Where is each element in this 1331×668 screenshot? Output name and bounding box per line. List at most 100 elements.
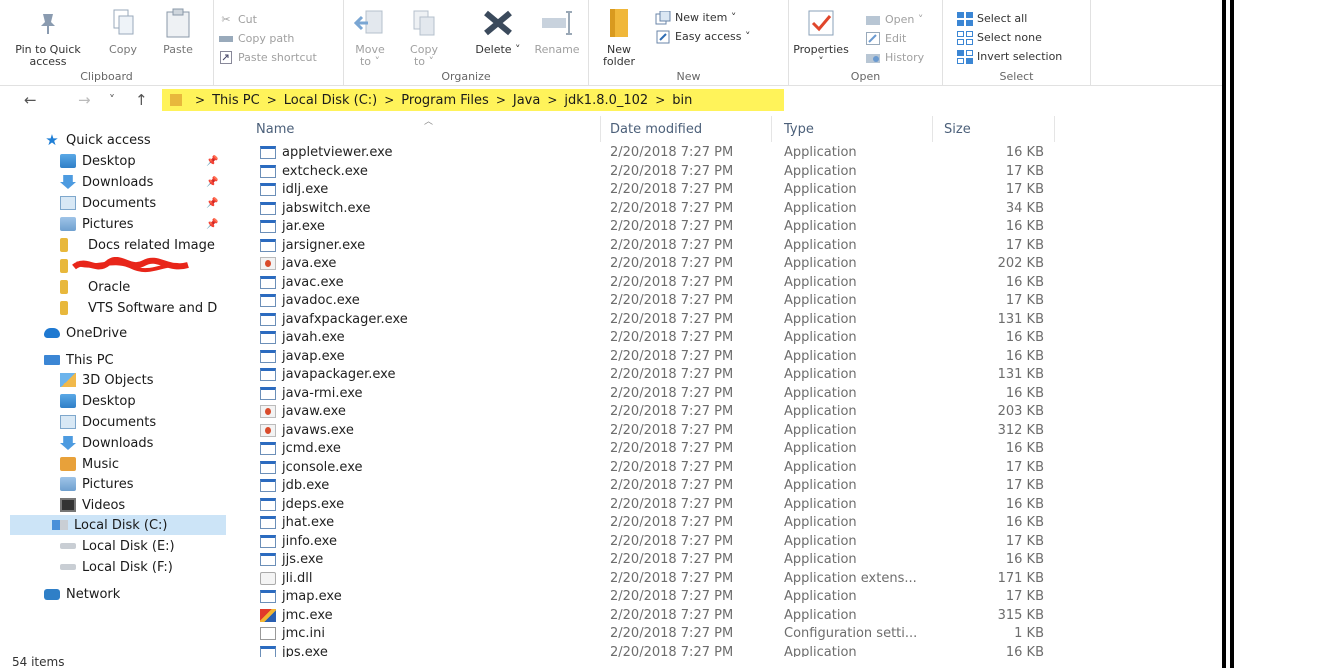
- new-group-label: New: [676, 70, 701, 83]
- pin-icon[interactable]: 📌: [206, 156, 218, 167]
- forward-arrow-icon[interactable]: →: [78, 91, 91, 109]
- sidebar-item-local-disk-c[interactable]: Local Disk (C:): [10, 515, 226, 535]
- sidebar-item-pc-documents[interactable]: Documents: [60, 412, 156, 432]
- column-header-size[interactable]: Size: [944, 118, 971, 140]
- breadcrumb-local-disk-c[interactable]: Local Disk (C:): [284, 93, 377, 108]
- table-row[interactable]: jdeps.exe 2/20/2018 7:27 PM Application 16 …: [248, 496, 1058, 515]
- sidebar-item-local-disk-f[interactable]: Local Disk (F:): [60, 557, 173, 577]
- delete-button[interactable]: Delete ˅: [468, 6, 528, 56]
- sidebar-item-oracle[interactable]: Oracle: [60, 277, 228, 297]
- column-divider[interactable]: [932, 116, 933, 142]
- table-row[interactable]: jjs.exe 2/20/2018 7:27 PM Application 16 KB: [248, 551, 1058, 570]
- up-arrow-icon[interactable]: ↑: [135, 91, 148, 109]
- music-folder-icon: [60, 457, 76, 471]
- paste-button[interactable]: Paste: [158, 6, 198, 56]
- table-row[interactable]: javah.exe 2/20/2018 7:27 PM Application 16 …: [248, 329, 1058, 348]
- column-divider[interactable]: [1054, 116, 1055, 142]
- pin-icon[interactable]: 📌: [206, 198, 218, 209]
- star-icon: ★: [45, 131, 59, 149]
- table-row[interactable]: javapackager.exe 2/20/2018 7:27 PM Applica…: [248, 366, 1058, 385]
- sidebar-item-videos[interactable]: Videos: [60, 495, 125, 515]
- sidebar-item-network[interactable]: Network: [44, 584, 120, 604]
- table-row[interactable]: jli.dll 2/20/2018 7:27 PM Application exte…: [248, 570, 1058, 589]
- table-row[interactable]: java-rmi.exe 2/20/2018 7:27 PM Application…: [248, 385, 1058, 404]
- properties-button[interactable]: Properties ˅: [789, 6, 853, 68]
- sidebar-item-music[interactable]: Music: [60, 454, 119, 474]
- sidebar-item-documents[interactable]: Documents 📌: [60, 193, 240, 213]
- pin-icon[interactable]: 📌: [206, 219, 218, 230]
- sidebar-item-3d-objects[interactable]: 3D Objects: [60, 370, 154, 390]
- breadcrumb-this-pc[interactable]: This PC: [212, 93, 260, 108]
- select-all-icon: [957, 11, 973, 26]
- sidebar-item-desktop[interactable]: Desktop 📌: [60, 151, 240, 171]
- easy-access-button[interactable]: Easy access ˅: [655, 28, 751, 45]
- pin-icon[interactable]: 📌: [206, 177, 218, 188]
- rename-button[interactable]: Rename: [532, 6, 582, 56]
- pin-to-quick-access-button[interactable]: Pin to Quick access: [2, 6, 94, 68]
- column-header-name[interactable]: Name: [256, 118, 294, 140]
- breadcrumb-bin[interactable]: bin: [672, 93, 692, 108]
- ribbon: Pin to Quick access Copy Paste Clipboard…: [0, 0, 1222, 86]
- table-row[interactable]: javap.exe 2/20/2018 7:27 PM Application 16 …: [248, 348, 1058, 367]
- table-row[interactable]: jhat.exe 2/20/2018 7:27 PM Application 16 K…: [248, 514, 1058, 533]
- new-folder-button[interactable]: New folder: [597, 6, 641, 68]
- navigation-bar: ← → ˅ ↑ > This PC > Local Disk (C:) > Pr…: [0, 88, 1222, 112]
- sidebar-item-label: VTS Software and D: [88, 300, 218, 316]
- breadcrumb-program-files[interactable]: Program Files: [401, 93, 489, 108]
- table-row[interactable]: idlj.exe 2/20/2018 7:27 PM Application 17 K…: [248, 181, 1058, 200]
- back-arrow-icon[interactable]: ←: [24, 91, 37, 109]
- sidebar-item-quick-access[interactable]: ★ Quick access: [44, 130, 150, 150]
- table-row[interactable]: jmap.exe 2/20/2018 7:27 PM Application 17 K…: [248, 588, 1058, 607]
- table-row[interactable]: jps.exe 2/20/2018 7:27 PM Application 16 KB: [248, 644, 1058, 657]
- edit-button[interactable]: Edit: [865, 30, 906, 47]
- table-row[interactable]: javaw.exe 2/20/2018 7:27 PM Application 203…: [248, 403, 1058, 422]
- sidebar-item-this-pc[interactable]: This PC: [44, 350, 114, 370]
- table-row[interactable]: javadoc.exe 2/20/2018 7:27 PM Application 1…: [248, 292, 1058, 311]
- organize-group-label: Organize: [441, 70, 491, 83]
- breadcrumb-java[interactable]: Java: [513, 93, 540, 108]
- new-item-button[interactable]: New item ˅: [655, 9, 736, 26]
- sidebar-item-vts-software[interactable]: VTS Software and D: [60, 298, 228, 318]
- table-row[interactable]: appletviewer.exe 2/20/2018 7:27 PM Applica…: [248, 144, 1058, 163]
- table-row[interactable]: extcheck.exe 2/20/2018 7:27 PM Application…: [248, 163, 1058, 182]
- address-bar[interactable]: > This PC > Local Disk (C:) > Program Fi…: [162, 89, 784, 111]
- sidebar-item-pictures[interactable]: Pictures 📌: [60, 214, 240, 234]
- column-header-date-modified[interactable]: Date modified: [610, 118, 702, 140]
- table-row[interactable]: jmc.ini 2/20/2018 7:27 PM Configuration se…: [248, 625, 1058, 644]
- sidebar-item-onedrive[interactable]: OneDrive: [44, 323, 127, 343]
- sidebar-item-pc-pictures[interactable]: Pictures: [60, 474, 133, 494]
- table-row[interactable]: javafxpackager.exe 2/20/2018 7:27 PM Appli…: [248, 311, 1058, 330]
- table-row[interactable]: jar.exe 2/20/2018 7:27 PM Application 16 KB: [248, 218, 1058, 237]
- open-button[interactable]: Open ˅: [865, 11, 923, 28]
- sidebar-item-pc-downloads[interactable]: Downloads: [60, 433, 153, 453]
- recent-locations-chevron-icon[interactable]: ˅: [109, 93, 115, 107]
- select-none-button[interactable]: Select none: [957, 29, 1042, 46]
- copy-to-button[interactable]: Copy to ˅: [404, 6, 444, 68]
- table-row[interactable]: jabswitch.exe 2/20/2018 7:27 PM Applicatio…: [248, 200, 1058, 219]
- sidebar-item-local-disk-e[interactable]: Local Disk (E:): [60, 536, 175, 556]
- table-row[interactable]: jconsole.exe 2/20/2018 7:27 PM Application…: [248, 459, 1058, 478]
- table-row[interactable]: java.exe 2/20/2018 7:27 PM Application 202 …: [248, 255, 1058, 274]
- sidebar-item-pc-desktop[interactable]: Desktop: [60, 391, 136, 411]
- history-button[interactable]: History: [865, 49, 924, 66]
- sidebar-item-label: Documents: [82, 414, 157, 430]
- copy-button[interactable]: Copy: [103, 6, 143, 56]
- sidebar-item-docs-related-image[interactable]: Docs related Image: [60, 235, 228, 255]
- column-divider[interactable]: [600, 116, 601, 142]
- table-row[interactable]: javaws.exe 2/20/2018 7:27 PM Application 31…: [248, 422, 1058, 441]
- table-row[interactable]: jmc.exe 2/20/2018 7:27 PM Application 315 K…: [248, 607, 1058, 626]
- column-divider[interactable]: [771, 116, 772, 142]
- table-row[interactable]: javac.exe 2/20/2018 7:27 PM Application 16 …: [248, 274, 1058, 293]
- sidebar-item-downloads[interactable]: Downloads 📌: [60, 172, 240, 192]
- select-all-button[interactable]: Select all: [957, 10, 1027, 27]
- table-row[interactable]: jdb.exe 2/20/2018 7:27 PM Application 17 KB: [248, 477, 1058, 496]
- column-header-type[interactable]: Type: [784, 118, 814, 140]
- table-row[interactable]: jarsigner.exe 2/20/2018 7:27 PM Applicatio…: [248, 237, 1058, 256]
- invert-selection-button[interactable]: Invert selection: [957, 48, 1062, 65]
- table-row[interactable]: jcmd.exe 2/20/2018 7:27 PM Application 16 K…: [248, 440, 1058, 459]
- move-to-button[interactable]: Move to ˅: [350, 6, 390, 68]
- breadcrumb-jdk[interactable]: jdk1.8.0_102: [564, 93, 648, 108]
- sidebar-item-label: Local Disk (E:): [82, 538, 175, 554]
- table-row[interactable]: jinfo.exe 2/20/2018 7:27 PM Application 17 …: [248, 533, 1058, 552]
- sidebar-item-label: Downloads: [82, 174, 154, 190]
